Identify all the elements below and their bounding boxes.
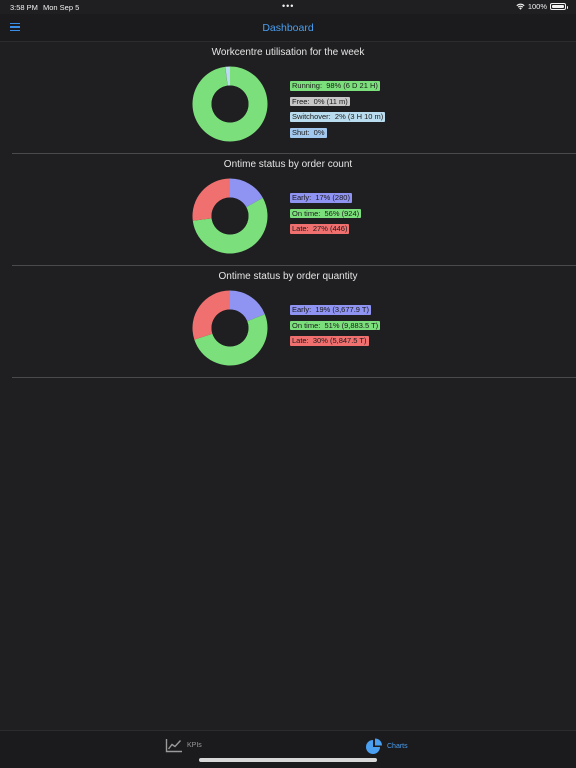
- chart-title: Ontime status by order count: [223, 159, 353, 170]
- status-bar: 3:58 PM Mon Sep 5 ••• 100%: [0, 0, 576, 14]
- status-date: Mon Sep 5: [43, 3, 80, 12]
- legend-item-shut: Shut: 0%: [290, 128, 327, 138]
- legend: Early: 17% (280) On time: 56% (924) Late…: [290, 193, 362, 240]
- chart-title: Workcentre utilisation for the week: [211, 47, 365, 58]
- legend-item-late: Late: 30% (5,847.5 T): [290, 336, 369, 346]
- legend: Running: 98% (6 D 21 H) Free: 0% (11 m) …: [290, 81, 386, 144]
- legend-item-early: Early: 17% (280): [290, 193, 352, 203]
- chart-section-order-quantity: Ontime status by order quantity Early: 1…: [12, 266, 576, 378]
- legend: Early: 19% (3,677.9 T) On time: 51% (9,8…: [290, 305, 381, 352]
- multitasking-dots-icon[interactable]: •••: [282, 1, 294, 11]
- donut-chart-order-count[interactable]: [192, 178, 268, 254]
- battery-icon: [550, 3, 568, 10]
- status-right: 100%: [516, 2, 568, 11]
- tab-charts[interactable]: Charts: [365, 738, 408, 755]
- legend-item-on-time: On time: 51% (9,883.5 T): [290, 320, 381, 331]
- legend-item-free: Free: 0% (11 m): [290, 96, 350, 107]
- line-chart-icon: [165, 739, 182, 753]
- home-indicator: [199, 758, 377, 762]
- pie-chart-icon: [366, 738, 382, 754]
- status-time: 3:58 PM: [10, 3, 38, 12]
- donut-chart-order-quantity[interactable]: [192, 290, 268, 366]
- chart-section-order-count: Ontime status by order count Early: 17% …: [12, 154, 576, 266]
- donut-chart-utilisation[interactable]: [192, 66, 268, 142]
- tab-label: Charts: [387, 743, 408, 750]
- chart-title: Ontime status by order quantity: [218, 271, 358, 282]
- chart-section-utilisation: Workcentre utilisation for the week Runn…: [12, 42, 576, 154]
- legend-item-switchover: Switchover: 2% (3 H 10 m): [290, 112, 386, 122]
- tab-kpis[interactable]: KPIs: [165, 738, 202, 753]
- tab-label: KPIs: [187, 742, 202, 749]
- legend-item-early: Early: 19% (3,677.9 T): [290, 305, 371, 315]
- wifi-icon: [516, 3, 525, 10]
- donut-hole: [211, 197, 249, 235]
- nav-bar: Dashboard: [0, 14, 576, 42]
- tab-bar: KPIs Charts: [0, 730, 576, 768]
- donut-hole: [211, 85, 249, 123]
- donut-hole: [211, 309, 249, 347]
- legend-item-late: Late: 27% (446): [290, 224, 350, 234]
- legend-item-on-time: On time: 56% (924): [290, 208, 362, 219]
- legend-item-running: Running: 98% (6 D 21 H): [290, 81, 380, 91]
- page-title: Dashboard: [262, 22, 314, 34]
- battery-percent: 100%: [527, 2, 547, 11]
